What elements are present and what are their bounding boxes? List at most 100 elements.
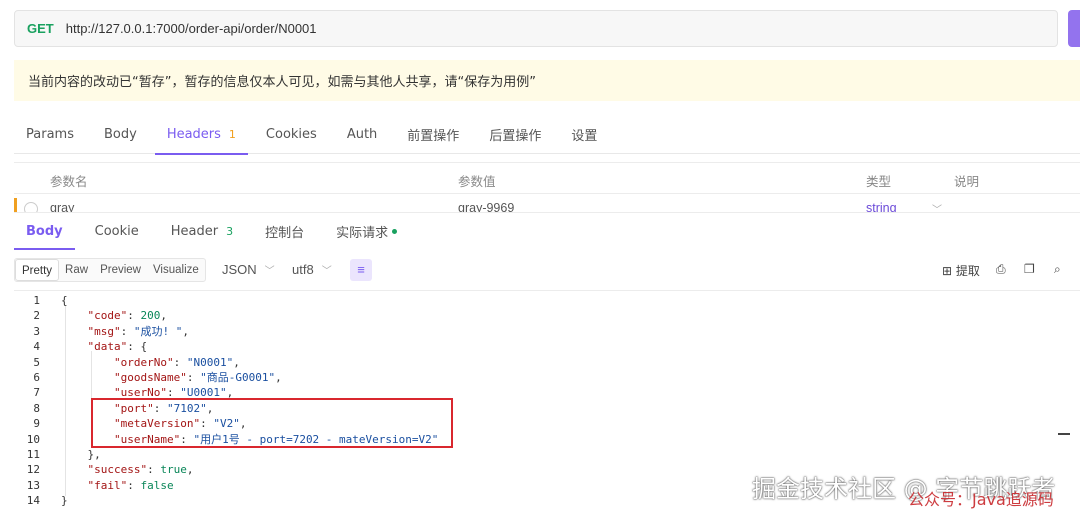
- tab-headers[interactable]: Headers 1: [154, 114, 249, 155]
- code-token: true: [160, 463, 187, 477]
- send-button[interactable]: [1068, 10, 1080, 47]
- line-number: 13: [26, 478, 40, 492]
- line-number: 3: [33, 324, 40, 338]
- code-token: "fail": [87, 478, 128, 492]
- line-number: 12: [26, 463, 40, 477]
- code-token: "success": [87, 463, 148, 477]
- view-mode-switch: Pretty Raw Preview Visualize: [14, 258, 206, 282]
- code-line: 2 "code": 200,: [14, 308, 1054, 323]
- drag-handle[interactable]: [14, 198, 17, 212]
- enable-checkbox[interactable]: [24, 202, 38, 212]
- line-number: 4: [33, 340, 40, 354]
- code-text: "orderNo": "N0001",: [61, 355, 240, 370]
- code-line: 3 "msg": "成功! ",: [14, 324, 1054, 339]
- code-line: 11 },: [14, 447, 1054, 462]
- code-token: "商品-G0001": [200, 371, 276, 384]
- code-token: "code": [87, 309, 128, 323]
- chevron-down-icon[interactable]: ﹀: [932, 201, 942, 212]
- code-token: :: [127, 309, 141, 323]
- code-token: :: [173, 355, 187, 369]
- code-token: :: [120, 324, 134, 338]
- col-description: 说明: [954, 174, 980, 189]
- code-token: "orderNo": [113, 355, 174, 369]
- tab-cookies[interactable]: Cookies: [254, 114, 329, 154]
- code-text: "goodsName": "商品-G0001",: [61, 370, 282, 385]
- scrollbar-marker[interactable]: [1058, 433, 1070, 435]
- res-tab-body[interactable]: Body: [14, 213, 75, 250]
- headers-table-header: 参数名 参数值 类型 说明: [14, 162, 1080, 194]
- search-icon[interactable]: ⌕: [1054, 262, 1061, 277]
- header-name-input[interactable]: gray: [50, 201, 74, 212]
- line-number: 6: [33, 371, 40, 384]
- res-header-count-badge: 3: [226, 225, 234, 238]
- chevron-down-icon: ﹀: [321, 266, 332, 277]
- line-number: 11: [26, 448, 40, 461]
- code-line: 1{: [14, 293, 1054, 308]
- view-mode-raw[interactable]: Raw: [59, 259, 94, 281]
- tab-pre-operation[interactable]: 前置操作: [395, 114, 471, 154]
- code-text: "success": true,: [61, 462, 194, 477]
- line-number: 2: [33, 309, 40, 323]
- res-tab-cookie[interactable]: Cookie: [83, 213, 151, 250]
- tab-auth[interactable]: Auth: [335, 114, 389, 154]
- code-text: "msg": "成功! ",: [61, 324, 190, 339]
- code-token: :: [147, 463, 161, 477]
- wrap-icon: ≡: [357, 262, 365, 277]
- line-number: 5: [33, 355, 40, 369]
- view-mode-visualize[interactable]: Visualize: [147, 259, 205, 281]
- view-mode-pretty[interactable]: Pretty: [15, 259, 60, 281]
- code-token: ,: [160, 309, 167, 323]
- extract-button[interactable]: ⊞ 提取: [942, 262, 980, 279]
- line-number: 9: [33, 417, 40, 431]
- view-mode-preview[interactable]: Preview: [94, 259, 147, 281]
- res-tab-header[interactable]: Header 3: [159, 213, 245, 250]
- code-token: "goodsName": [113, 371, 187, 384]
- tab-params[interactable]: Params: [14, 114, 86, 154]
- code-token: "data": [87, 340, 128, 354]
- format-select[interactable]: JSON ﹀: [222, 262, 275, 277]
- code-token: "N0001": [186, 355, 234, 369]
- header-type-select[interactable]: string: [866, 201, 897, 212]
- code-line: 4 "data": {: [14, 339, 1054, 354]
- code-token: "成功! ": [133, 324, 183, 338]
- header-value-input[interactable]: gray-9969: [458, 201, 514, 212]
- line-number: 1: [33, 294, 40, 307]
- extract-icon: ⊞: [942, 264, 953, 278]
- code-token: ,: [275, 371, 282, 384]
- copy-icon[interactable]: ❐: [1024, 262, 1035, 276]
- save-response-icon[interactable]: ⎙: [996, 262, 1006, 277]
- request-url-input[interactable]: http://127.0.0.1:7000/order-api/order/N0…: [66, 21, 317, 36]
- code-token: ,: [186, 463, 194, 477]
- code-token: ,: [233, 355, 240, 369]
- col-param-value: 参数值: [458, 174, 496, 189]
- watermark-subtext: 公众号：Java追源码: [908, 490, 1054, 509]
- headers-count-badge: 1: [228, 127, 236, 141]
- code-text: },: [61, 447, 101, 462]
- http-method[interactable]: GET: [27, 21, 54, 36]
- tab-post-operation[interactable]: 后置操作: [477, 114, 553, 154]
- line-number: 14: [26, 494, 40, 508]
- code-token: false: [140, 478, 174, 492]
- tab-settings[interactable]: 设置: [559, 114, 609, 154]
- url-bar[interactable]: GET http://127.0.0.1:7000/order-api/orde…: [14, 10, 1058, 47]
- line-number: 10: [26, 432, 40, 446]
- wrap-lines-button[interactable]: ≡: [350, 259, 372, 281]
- code-token: },: [61, 448, 101, 461]
- col-param-name: 参数名: [50, 174, 88, 189]
- res-tab-console[interactable]: 控制台: [253, 213, 316, 250]
- code-token: : {: [127, 340, 148, 354]
- chevron-down-icon: ﹀: [264, 266, 275, 277]
- res-tab-actual-request[interactable]: 实际请求: [324, 213, 409, 250]
- tab-body[interactable]: Body: [92, 114, 149, 154]
- encoding-select[interactable]: utf8 ﹀: [292, 262, 332, 277]
- line-number: 8: [33, 401, 40, 415]
- status-dot-icon: [392, 229, 398, 234]
- response-toolbar: Pretty Raw Preview Visualize JSON ﹀ utf8 ﹀…: [14, 258, 1080, 284]
- indent-guide: [65, 306, 66, 496]
- code-line: 6 "goodsName": "商品-G0001",: [14, 370, 1054, 385]
- code-token: ,: [182, 324, 189, 338]
- code-token: "msg": [87, 324, 121, 338]
- code-text: "fail": false: [61, 478, 174, 493]
